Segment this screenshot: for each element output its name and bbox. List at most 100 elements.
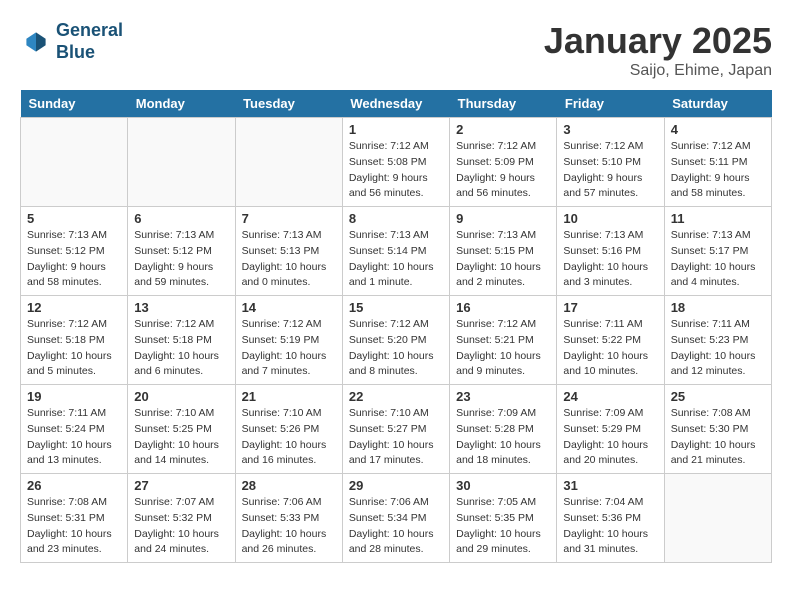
calendar-cell: 26Sunrise: 7:08 AMSunset: 5:31 PMDayligh… bbox=[21, 474, 128, 563]
calendar-week-4: 19 Sunrise: 7:11 AMSunset: 5:24 PMDayligh… bbox=[21, 385, 772, 474]
day-info: Sunrise: 7:13 AMSunset: 5:13 PMDaylight:… bbox=[242, 228, 336, 291]
day-info: Sunrise: 7:12 AMSunset: 5:08 PMDaylight:… bbox=[349, 139, 443, 202]
calendar-cell: 23 Sunrise: 7:09 AMSunset: 5:28 PMDayligh… bbox=[450, 385, 557, 474]
weekday-header-tuesday: Tuesday bbox=[235, 90, 342, 118]
logo-text: General Blue bbox=[56, 20, 123, 63]
day-info: Sunrise: 7:12 AMSunset: 5:09 PMDaylight:… bbox=[456, 139, 550, 202]
calendar-table: SundayMondayTuesdayWednesdayThursdayFrid… bbox=[20, 90, 772, 563]
day-number: 10 bbox=[563, 211, 657, 226]
day-info: Sunrise: 7:13 AMSunset: 5:15 PMDaylight:… bbox=[456, 228, 550, 291]
weekday-header-friday: Friday bbox=[557, 90, 664, 118]
calendar-cell bbox=[128, 118, 235, 207]
weekday-header-monday: Monday bbox=[128, 90, 235, 118]
day-info: Sunrise: 7:04 AMSunset: 5:36 PMDaylight:… bbox=[563, 495, 657, 558]
calendar-cell: 30 Sunrise: 7:05 AMSunset: 5:35 PMDayligh… bbox=[450, 474, 557, 563]
day-info: Sunrise: 7:13 AMSunset: 5:12 PMDaylight:… bbox=[27, 228, 121, 291]
day-info: Sunrise: 7:09 AMSunset: 5:29 PMDaylight:… bbox=[563, 406, 657, 469]
calendar-cell bbox=[235, 118, 342, 207]
calendar-cell: 22 Sunrise: 7:10 AMSunset: 5:27 PMDayligh… bbox=[342, 385, 449, 474]
calendar-cell: 2 Sunrise: 7:12 AMSunset: 5:09 PMDaylight… bbox=[450, 118, 557, 207]
day-number: 11 bbox=[671, 211, 765, 226]
logo-icon bbox=[20, 26, 52, 58]
day-number: 6 bbox=[134, 211, 228, 226]
logo: General Blue bbox=[20, 20, 123, 63]
day-info: Sunrise: 7:11 AMSunset: 5:22 PMDaylight:… bbox=[563, 317, 657, 380]
day-info: Sunrise: 7:10 AMSunset: 5:26 PMDaylight:… bbox=[242, 406, 336, 469]
day-info: Sunrise: 7:09 AMSunset: 5:28 PMDaylight:… bbox=[456, 406, 550, 469]
day-number: 13 bbox=[134, 300, 228, 315]
day-info: Sunrise: 7:12 AMSunset: 5:18 PMDaylight:… bbox=[27, 317, 121, 380]
calendar-cell: 4Sunrise: 7:12 AMSunset: 5:11 PMDaylight… bbox=[664, 118, 771, 207]
calendar-cell: 19 Sunrise: 7:11 AMSunset: 5:24 PMDayligh… bbox=[21, 385, 128, 474]
day-number: 20 bbox=[134, 389, 228, 404]
day-info: Sunrise: 7:11 AMSunset: 5:24 PMDaylight:… bbox=[27, 406, 121, 469]
day-info: Sunrise: 7:12 AMSunset: 5:19 PMDaylight:… bbox=[242, 317, 336, 380]
day-number: 14 bbox=[242, 300, 336, 315]
calendar-week-2: 5 Sunrise: 7:13 AMSunset: 5:12 PMDaylight… bbox=[21, 207, 772, 296]
calendar-header: SundayMondayTuesdayWednesdayThursdayFrid… bbox=[21, 90, 772, 118]
calendar-cell: 9 Sunrise: 7:13 AMSunset: 5:15 PMDaylight… bbox=[450, 207, 557, 296]
calendar-cell: 7Sunrise: 7:13 AMSunset: 5:13 PMDaylight… bbox=[235, 207, 342, 296]
day-number: 31 bbox=[563, 478, 657, 493]
day-number: 22 bbox=[349, 389, 443, 404]
day-info: Sunrise: 7:05 AMSunset: 5:35 PMDaylight:… bbox=[456, 495, 550, 558]
day-number: 5 bbox=[27, 211, 121, 226]
day-number: 9 bbox=[456, 211, 550, 226]
day-info: Sunrise: 7:11 AMSunset: 5:23 PMDaylight:… bbox=[671, 317, 765, 380]
calendar-cell: 3Sunrise: 7:12 AMSunset: 5:10 PMDaylight… bbox=[557, 118, 664, 207]
day-number: 28 bbox=[242, 478, 336, 493]
day-number: 3 bbox=[563, 122, 657, 137]
calendar-cell: 28 Sunrise: 7:06 AMSunset: 5:33 PMDayligh… bbox=[235, 474, 342, 563]
day-info: Sunrise: 7:07 AMSunset: 5:32 PMDaylight:… bbox=[134, 495, 228, 558]
calendar-cell: 29Sunrise: 7:06 AMSunset: 5:34 PMDayligh… bbox=[342, 474, 449, 563]
day-info: Sunrise: 7:13 AMSunset: 5:17 PMDaylight:… bbox=[671, 228, 765, 291]
page-header: General Blue January 2025 Saijo, Ehime, … bbox=[20, 20, 772, 80]
day-number: 21 bbox=[242, 389, 336, 404]
day-number: 1 bbox=[349, 122, 443, 137]
day-info: Sunrise: 7:10 AMSunset: 5:25 PMDaylight:… bbox=[134, 406, 228, 469]
day-info: Sunrise: 7:10 AMSunset: 5:27 PMDaylight:… bbox=[349, 406, 443, 469]
calendar-cell: 25Sunrise: 7:08 AMSunset: 5:30 PMDayligh… bbox=[664, 385, 771, 474]
day-number: 12 bbox=[27, 300, 121, 315]
weekday-header-thursday: Thursday bbox=[450, 90, 557, 118]
day-number: 17 bbox=[563, 300, 657, 315]
day-number: 30 bbox=[456, 478, 550, 493]
calendar-cell bbox=[664, 474, 771, 563]
day-number: 4 bbox=[671, 122, 765, 137]
day-info: Sunrise: 7:06 AMSunset: 5:33 PMDaylight:… bbox=[242, 495, 336, 558]
day-number: 18 bbox=[671, 300, 765, 315]
day-info: Sunrise: 7:13 AMSunset: 5:14 PMDaylight:… bbox=[349, 228, 443, 291]
day-info: Sunrise: 7:13 AMSunset: 5:12 PMDaylight:… bbox=[134, 228, 228, 291]
calendar-cell: 11 Sunrise: 7:13 AMSunset: 5:17 PMDayligh… bbox=[664, 207, 771, 296]
day-number: 15 bbox=[349, 300, 443, 315]
day-info: Sunrise: 7:13 AMSunset: 5:16 PMDaylight:… bbox=[563, 228, 657, 291]
day-number: 26 bbox=[27, 478, 121, 493]
day-number: 2 bbox=[456, 122, 550, 137]
calendar-cell: 1 Sunrise: 7:12 AMSunset: 5:08 PMDaylight… bbox=[342, 118, 449, 207]
calendar-cell: 6 Sunrise: 7:13 AMSunset: 5:12 PMDaylight… bbox=[128, 207, 235, 296]
calendar-cell: 21 Sunrise: 7:10 AMSunset: 5:26 PMDayligh… bbox=[235, 385, 342, 474]
weekday-header-saturday: Saturday bbox=[664, 90, 771, 118]
title-area: January 2025 Saijo, Ehime, Japan bbox=[544, 20, 772, 80]
calendar-cell: 17 Sunrise: 7:11 AMSunset: 5:22 PMDayligh… bbox=[557, 296, 664, 385]
day-number: 29 bbox=[349, 478, 443, 493]
calendar-week-1: 1 Sunrise: 7:12 AMSunset: 5:08 PMDaylight… bbox=[21, 118, 772, 207]
calendar-cell: 14 Sunrise: 7:12 AMSunset: 5:19 PMDayligh… bbox=[235, 296, 342, 385]
calendar-title: January 2025 bbox=[544, 20, 772, 62]
day-info: Sunrise: 7:12 AMSunset: 5:18 PMDaylight:… bbox=[134, 317, 228, 380]
calendar-week-5: 26Sunrise: 7:08 AMSunset: 5:31 PMDayligh… bbox=[21, 474, 772, 563]
calendar-cell: 27 Sunrise: 7:07 AMSunset: 5:32 PMDayligh… bbox=[128, 474, 235, 563]
calendar-cell bbox=[21, 118, 128, 207]
calendar-cell: 16 Sunrise: 7:12 AMSunset: 5:21 PMDayligh… bbox=[450, 296, 557, 385]
day-number: 27 bbox=[134, 478, 228, 493]
calendar-cell: 8 Sunrise: 7:13 AMSunset: 5:14 PMDaylight… bbox=[342, 207, 449, 296]
day-number: 16 bbox=[456, 300, 550, 315]
day-number: 8 bbox=[349, 211, 443, 226]
calendar-cell: 12 Sunrise: 7:12 AMSunset: 5:18 PMDayligh… bbox=[21, 296, 128, 385]
day-number: 24 bbox=[563, 389, 657, 404]
day-info: Sunrise: 7:12 AMSunset: 5:21 PMDaylight:… bbox=[456, 317, 550, 380]
day-number: 19 bbox=[27, 389, 121, 404]
day-info: Sunrise: 7:12 AMSunset: 5:20 PMDaylight:… bbox=[349, 317, 443, 380]
day-number: 25 bbox=[671, 389, 765, 404]
day-number: 23 bbox=[456, 389, 550, 404]
